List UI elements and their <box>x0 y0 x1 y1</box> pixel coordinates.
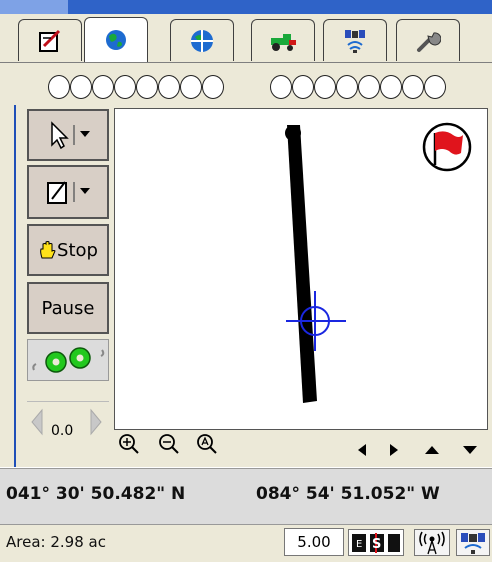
guidance-status-icon: E S <box>352 532 400 553</box>
tab-strip <box>0 14 492 63</box>
section-indicator <box>336 75 358 99</box>
coverage-path-cap <box>285 125 301 141</box>
pan-up-icon[interactable] <box>424 445 440 455</box>
area-readout: Area: 2.98 ac <box>6 533 106 551</box>
title-bar <box>0 0 492 14</box>
engage-gears-button[interactable] <box>27 339 109 381</box>
svg-text:S: S <box>372 537 381 552</box>
implement-width[interactable]: 5.00 <box>284 528 344 556</box>
pan-right-icon[interactable] <box>389 443 399 457</box>
zoom-in-icon[interactable] <box>118 433 140 455</box>
flag-icon[interactable] <box>422 122 472 172</box>
title-bar-highlight <box>0 0 68 14</box>
section-indicator <box>402 75 424 99</box>
right-arrow-icon[interactable] <box>89 408 103 436</box>
pan-left-icon[interactable] <box>357 443 367 457</box>
left-edge <box>14 105 16 467</box>
chevron-down-icon <box>80 188 90 194</box>
crosshair-icon <box>286 291 346 351</box>
section-indicator <box>48 75 70 99</box>
pan-down-icon[interactable] <box>462 445 478 455</box>
wrench-icon <box>417 31 441 52</box>
record-icon <box>47 181 90 204</box>
record-tool-button[interactable] <box>27 165 109 219</box>
section-indicator <box>270 75 292 99</box>
hand-icon <box>40 241 56 259</box>
gears-icon <box>32 347 105 373</box>
width-value: 5.00 <box>297 533 331 551</box>
zoom-all-icon[interactable] <box>196 433 218 455</box>
tab-gps-globe[interactable] <box>170 19 234 61</box>
section-indicator <box>314 75 336 99</box>
tab-globe[interactable] <box>84 17 148 62</box>
section-indicator <box>114 75 136 99</box>
section-indicator <box>136 75 158 99</box>
divider <box>27 401 109 402</box>
map-view[interactable] <box>114 108 488 430</box>
chevron-down-icon <box>80 131 90 137</box>
tractor-icon <box>271 33 296 51</box>
map-canvas[interactable] <box>115 109 487 429</box>
tab-field-record[interactable] <box>18 19 82 61</box>
left-arrow-icon[interactable] <box>30 408 44 436</box>
section-indicators <box>0 63 492 105</box>
tab-tractor[interactable] <box>251 19 315 61</box>
satellite-status-button[interactable] <box>456 529 490 556</box>
tab-settings[interactable] <box>396 19 460 61</box>
radio-status-button[interactable] <box>414 529 450 556</box>
tab-satellite[interactable] <box>323 19 387 61</box>
section-indicator <box>158 75 180 99</box>
longitude-readout: 084° 54' 51.052" W <box>256 484 440 504</box>
pause-button[interactable]: Pause <box>27 282 109 334</box>
section-indicator <box>70 75 92 99</box>
section-indicator <box>292 75 314 99</box>
gps-globe-icon <box>191 29 213 52</box>
guidance-status-button[interactable]: E S <box>348 529 404 556</box>
globe-icon <box>106 30 126 50</box>
speed-value: 0.0 <box>51 423 74 439</box>
section-indicator <box>380 75 402 99</box>
antenna-icon <box>419 531 445 554</box>
satellite-icon <box>345 29 365 53</box>
section-indicator <box>92 75 114 99</box>
pause-label: Pause <box>41 297 95 319</box>
section-indicator <box>202 75 224 99</box>
section-indicator <box>358 75 380 99</box>
satellite-icon <box>461 532 485 554</box>
section-indicator <box>424 75 446 99</box>
pointer-icon <box>51 121 90 150</box>
coverage-path <box>287 125 317 403</box>
field-record-icon <box>39 29 61 52</box>
zoom-out-icon[interactable] <box>158 433 180 455</box>
stop-label: Stop <box>57 239 98 261</box>
svg-text:E: E <box>356 539 362 550</box>
stop-button[interactable]: Stop <box>27 224 109 276</box>
latitude-readout: 041° 30' 50.482" N <box>6 484 186 504</box>
section-indicator <box>180 75 202 99</box>
pointer-tool-button[interactable] <box>27 109 109 161</box>
speed-adjuster: 0.0 <box>27 405 109 457</box>
